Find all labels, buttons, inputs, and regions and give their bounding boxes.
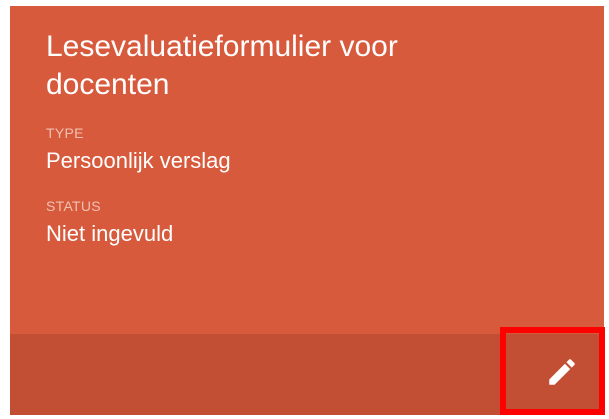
pencil-icon <box>545 355 579 389</box>
edit-button[interactable] <box>534 344 590 400</box>
card-footer <box>10 334 604 415</box>
card-body: Lesevaluatieformulier voor docenten TYPE… <box>10 6 604 334</box>
form-card[interactable]: Lesevaluatieformulier voor docenten TYPE… <box>10 6 604 415</box>
status-label: STATUS <box>46 198 101 214</box>
type-value: Persoonlijk verslag <box>46 148 231 173</box>
status-value: Niet ingevuld <box>46 221 174 246</box>
card-title: Lesevaluatieformulier voor docenten <box>46 30 398 101</box>
type-label: TYPE <box>46 125 84 141</box>
